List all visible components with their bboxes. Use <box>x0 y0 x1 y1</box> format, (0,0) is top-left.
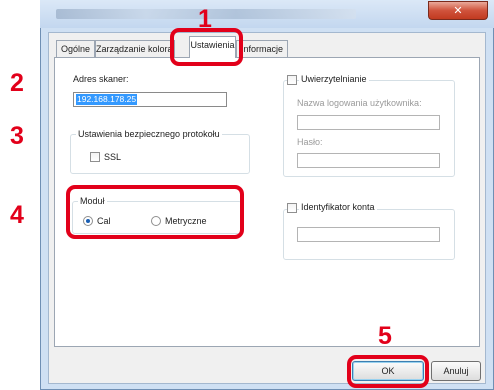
callout-number-5: 5 <box>378 322 392 350</box>
callout-number-4: 4 <box>10 201 24 229</box>
tab-general[interactable]: Ogólne <box>56 40 95 57</box>
callout-highlight-4 <box>66 185 244 239</box>
cancel-button[interactable]: Anuluj <box>431 361 481 381</box>
account-id-label: Identyfikator konta <box>299 202 377 212</box>
close-button[interactable]: ✕ <box>428 1 488 20</box>
ssl-label: SSL <box>104 152 122 162</box>
callout-number-3: 3 <box>10 122 24 150</box>
account-id-checkbox[interactable] <box>287 203 297 213</box>
username-label: Nazwa logowania użytkownika: <box>297 98 422 108</box>
ssl-checkbox[interactable] <box>90 152 100 162</box>
account-id-input[interactable] <box>297 227 440 242</box>
callout-number-2: 2 <box>10 69 24 97</box>
password-label: Hasło: <box>297 137 323 147</box>
callout-number-1: 1 <box>198 5 212 33</box>
scanner-address-input[interactable]: 192.168.178.25 <box>73 92 227 107</box>
secure-protocol-legend: Ustawienia bezpiecznego protokołu <box>76 129 222 139</box>
callout-highlight-5 <box>347 355 429 388</box>
scanner-address-value: 192.168.178.25 <box>76 94 138 105</box>
username-input[interactable] <box>297 115 440 130</box>
callout-highlight-1 <box>170 28 243 66</box>
authentication-checkbox[interactable] <box>287 75 297 85</box>
authentication-label: Uwierzytelnianie <box>299 74 369 84</box>
tab-information[interactable]: Informacje <box>236 40 288 57</box>
scanner-address-label: Adres skaner: <box>73 74 129 84</box>
password-input[interactable] <box>297 153 440 168</box>
tab-color-management[interactable]: Zarządzanie kolorami <box>95 40 175 57</box>
close-icon: ✕ <box>453 4 463 17</box>
